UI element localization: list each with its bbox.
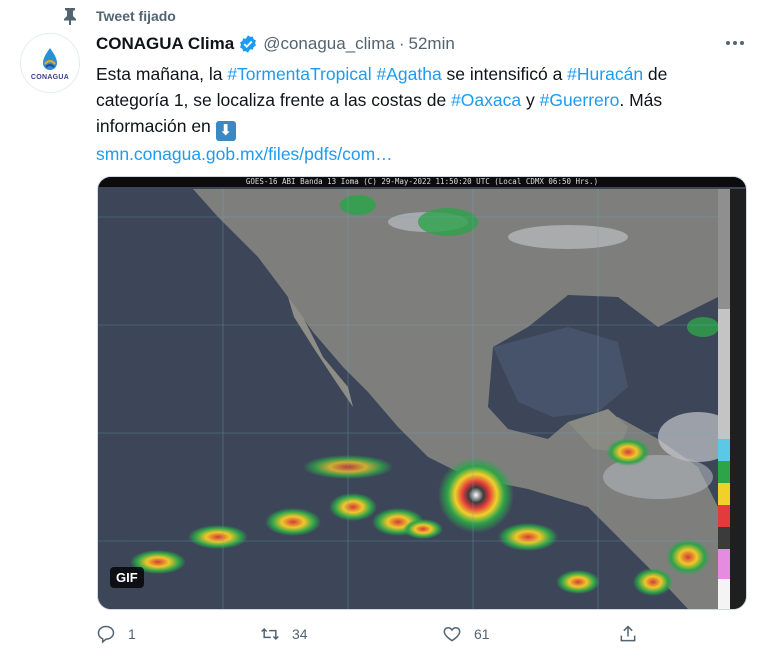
verified-badge-icon [240,35,257,53]
pinned-label: Tweet fijado [96,8,176,24]
retweet-count: 34 [292,626,308,642]
more-icon [726,41,744,45]
avatar-logo-text: CONAGUA [30,73,70,81]
gif-badge: GIF [110,567,144,588]
media-gif[interactable]: GOES-16 ABI Banda 13 Ioma (C) 29-May-202… [97,176,747,610]
tweet-card[interactable]: Tweet fijado CONAGUA CONAGUA Clima @cona… [0,0,768,671]
author-name[interactable]: CONAGUA Clima [96,34,234,54]
avatar[interactable]: CONAGUA [20,33,80,93]
pinned-row: Tweet fijado [62,6,176,26]
retweet-button[interactable]: 34 [260,624,308,644]
reply-icon [97,625,115,644]
action-bar: 1 34 61 [96,624,656,648]
like-count: 61 [474,626,490,642]
hashtag-oaxaca[interactable]: #Oaxaca [451,90,521,110]
separator-dot: · [398,34,405,53]
pin-icon [64,8,76,25]
like-button[interactable]: 61 [442,624,490,644]
tweet-segment-8: y [521,90,540,110]
satellite-header-text: GOES-16 ABI Banda 13 Ioma (C) 29-May-202… [98,177,746,187]
more-options-button[interactable] [720,32,750,54]
tweet-header: CONAGUA Clima @conagua_clima · 52min [96,32,455,56]
tweet-timestamp[interactable]: 52min [409,34,455,54]
reply-count: 1 [128,626,136,642]
tweet-segment-4: se intensificó a [441,64,568,84]
satellite-image [98,177,746,609]
retweet-icon [261,627,279,641]
reply-button[interactable]: 1 [96,624,136,644]
down-arrow-emoji-icon: ⬇ [215,121,236,141]
hashtag-guerrero[interactable]: #Guerrero [540,90,620,110]
conagua-logo-icon [43,47,57,70]
hashtag-tormentatropical[interactable]: #TormentaTropical [227,64,371,84]
hashtag-huracan[interactable]: #Huracán [567,64,643,84]
tweet-segment-0: Esta mañana, la [96,64,228,84]
tweet-text: Esta mañana, la #TormentaTropical #Agath… [96,61,736,167]
author-handle[interactable]: @conagua_clima [263,34,395,54]
share-button[interactable] [618,624,650,644]
hashtag-agatha[interactable]: #Agatha [376,64,441,84]
tweet-link[interactable]: smn.conagua.gob.mx/files/pdfs/com… [96,144,393,164]
share-icon [620,625,636,642]
heart-icon [443,626,461,642]
